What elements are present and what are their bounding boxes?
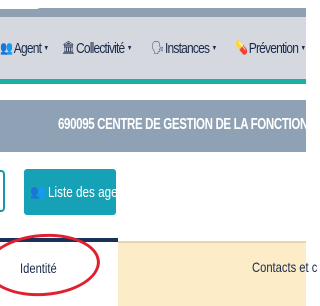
nav-item-agent-label: Agent	[13, 39, 42, 57]
tab-identite-label: Identité	[20, 260, 57, 276]
nav-item-collectivite[interactable]: 🏛 Collectivité ▼	[62, 40, 138, 57]
organization-banner: 690095 CENTRE DE GESTION DE LA FONCTION …	[0, 100, 320, 152]
caret-down-icon: ▼	[211, 44, 218, 52]
institution-icon: 🏛	[62, 40, 75, 55]
tab-identite[interactable]: Identité	[0, 242, 118, 306]
agents-list-button[interactable]: 👥 Liste des agents	[24, 169, 133, 215]
nav-item-agent[interactable]: 👥 Agent ▼	[0, 40, 55, 57]
partial-button[interactable]	[0, 170, 5, 212]
top-strip	[0, 0, 306, 17]
tab-contacts-label: Contacts et c	[252, 259, 318, 275]
nav-item-instances-label: Instances	[165, 39, 210, 57]
agents-list-label: Liste des agents	[48, 183, 134, 201]
main-nav: 👥 Agent ▼ 🏛 Collectivité ▼ 🗣 Instances ▼…	[0, 17, 306, 79]
nav-accent-line	[0, 79, 306, 84]
medkit-icon: 💊	[234, 40, 248, 55]
nav-item-prevention-label: Prévention	[248, 39, 299, 57]
logo-fragment	[0, 0, 42, 9]
caret-down-icon: ▼	[43, 44, 50, 52]
users-icon: 👥	[30, 184, 47, 199]
organization-title: 690095 CENTRE DE GESTION DE LA FONCTION …	[58, 116, 320, 133]
users-icon: 👥	[0, 40, 13, 55]
nav-item-instances[interactable]: 🗣 Instances ▼	[151, 40, 223, 57]
caret-down-icon: ▼	[300, 44, 307, 52]
top-strip-bar	[0, 8, 306, 17]
caret-down-icon: ▼	[127, 44, 133, 52]
nav-item-prevention[interactable]: 💊 Prévention ▼	[235, 40, 312, 57]
nav-item-collectivite-label: Collectivité	[76, 39, 125, 57]
tab-contacts[interactable]: Contacts et c	[118, 242, 317, 306]
group-icon: 🗣	[151, 40, 164, 55]
